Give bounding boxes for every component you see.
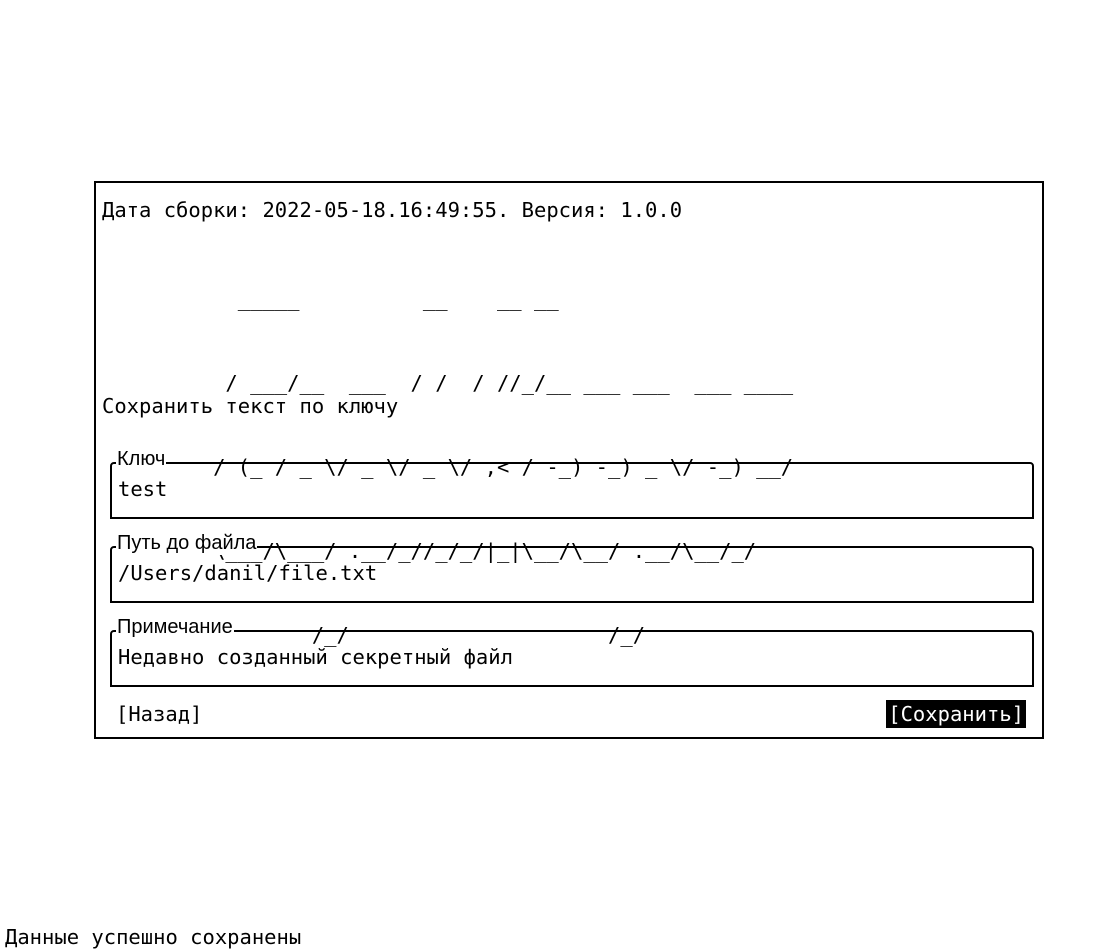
note-input[interactable]: Недавно созданный секретный файл <box>118 643 513 671</box>
status-message: Данные успешно сохранены <box>5 925 302 949</box>
page-title: Сохранить текст по ключу <box>102 394 399 418</box>
back-button[interactable]: [Назад] <box>116 700 202 728</box>
key-input[interactable]: test <box>118 475 167 503</box>
note-field-label: Примечание <box>116 615 234 639</box>
note-field[interactable]: Примечание Недавно созданный секретный ф… <box>110 615 1034 687</box>
file-path-input[interactable]: /Users/danil/file.txt <box>118 559 377 587</box>
file-path-field[interactable]: Путь до файла /Users/danil/file.txt <box>110 531 1034 603</box>
build-info: Дата сборки: 2022-05-18.16:49:55. Версия… <box>102 198 683 222</box>
file-path-field-label: Путь до файла <box>116 531 258 555</box>
save-dialog: Дата сборки: 2022-05-18.16:49:55. Версия… <box>94 181 1044 739</box>
key-field[interactable]: Ключ test <box>110 447 1034 519</box>
logo-line: _____ __ __ __ <box>102 287 559 311</box>
save-button[interactable]: [Сохранить] <box>886 700 1026 728</box>
key-field-label: Ключ <box>116 447 167 471</box>
